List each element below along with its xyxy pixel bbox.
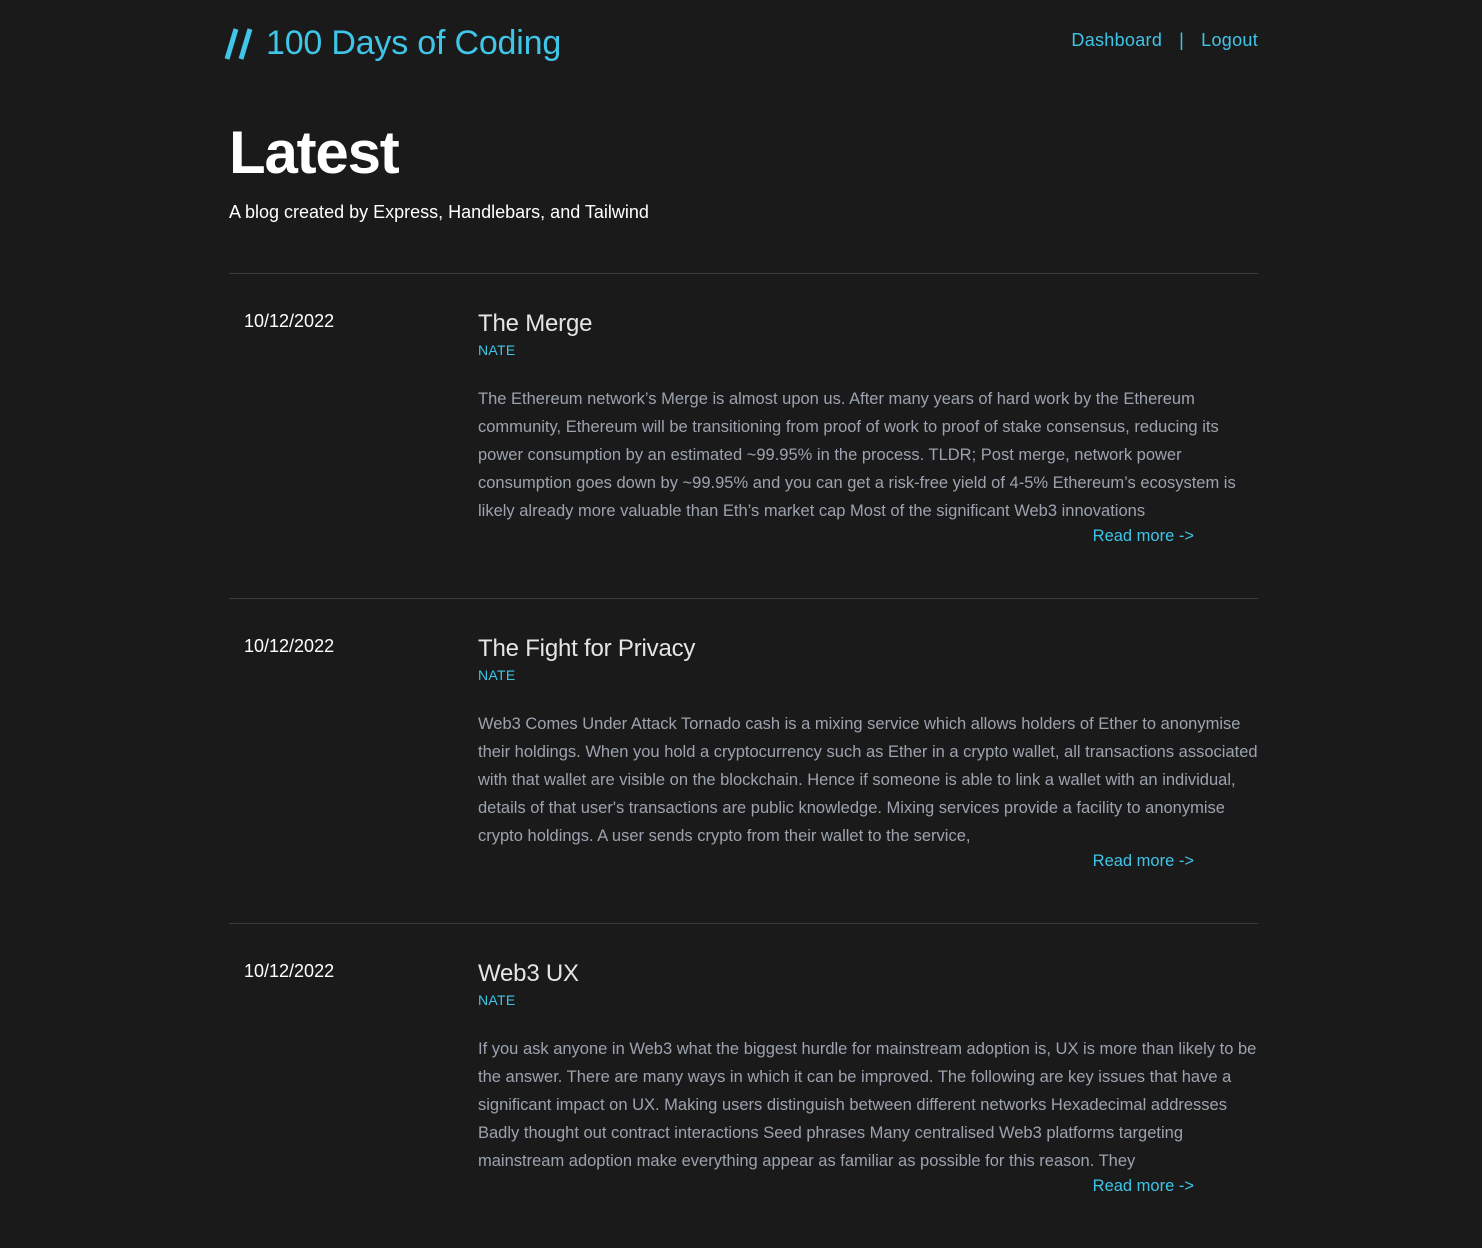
post-title[interactable]: The Merge [478, 310, 1258, 338]
read-more-link[interactable]: Read more -> [1093, 1176, 1194, 1196]
logo-link[interactable]: 100 Days of Coding [224, 22, 561, 64]
post-date: 10/12/2022 [244, 636, 335, 656]
hero-section: Latest A blog created by Express, Handle… [229, 118, 1258, 224]
site-title: 100 Days of Coding [266, 24, 562, 62]
post-body: The Fight for Privacy NATE Web3 Comes Un… [478, 635, 1258, 850]
post-list: 10/12/2022 The Merge NATE The Ethereum n… [229, 273, 1258, 1248]
dashboard-link[interactable]: Dashboard [1071, 30, 1162, 51]
top-nav: Dashboard | Logout [1071, 30, 1258, 51]
site-header: 100 Days of Coding Dashboard | Logout [224, 22, 1258, 64]
nav-separator: | [1179, 30, 1185, 50]
post-excerpt: The Ethereum network’s Merge is almost u… [478, 390, 1236, 520]
page-subtitle: A blog created by Express, Handlebars, a… [229, 202, 649, 222]
post-date: 10/12/2022 [244, 311, 335, 331]
logout-link[interactable]: Logout [1201, 30, 1258, 51]
post-item: 10/12/2022 Web3 UX NATE If you ask anyon… [229, 923, 1258, 1248]
post-title[interactable]: Web3 UX [478, 960, 1258, 988]
post-author: NATE [478, 342, 516, 358]
post-item: 10/12/2022 The Fight for Privacy NATE We… [229, 598, 1258, 923]
page-title: Latest [229, 119, 400, 186]
post-excerpt: Web3 Comes Under Attack Tornado cash is … [478, 715, 1258, 845]
post-title[interactable]: The Fight for Privacy [478, 635, 1258, 663]
post-author: NATE [478, 992, 516, 1008]
post-item: 10/12/2022 The Merge NATE The Ethereum n… [229, 273, 1258, 598]
post-excerpt: If you ask anyone in Web3 what the bigge… [478, 1040, 1257, 1170]
post-body: The Merge NATE The Ethereum network’s Me… [478, 310, 1258, 525]
read-more-link[interactable]: Read more -> [1093, 526, 1194, 546]
post-author: NATE [478, 667, 516, 683]
read-more-link[interactable]: Read more -> [1093, 851, 1194, 871]
post-date: 10/12/2022 [244, 961, 335, 981]
double-slash-logo-icon [224, 28, 253, 60]
post-body: Web3 UX NATE If you ask anyone in Web3 w… [478, 960, 1258, 1175]
